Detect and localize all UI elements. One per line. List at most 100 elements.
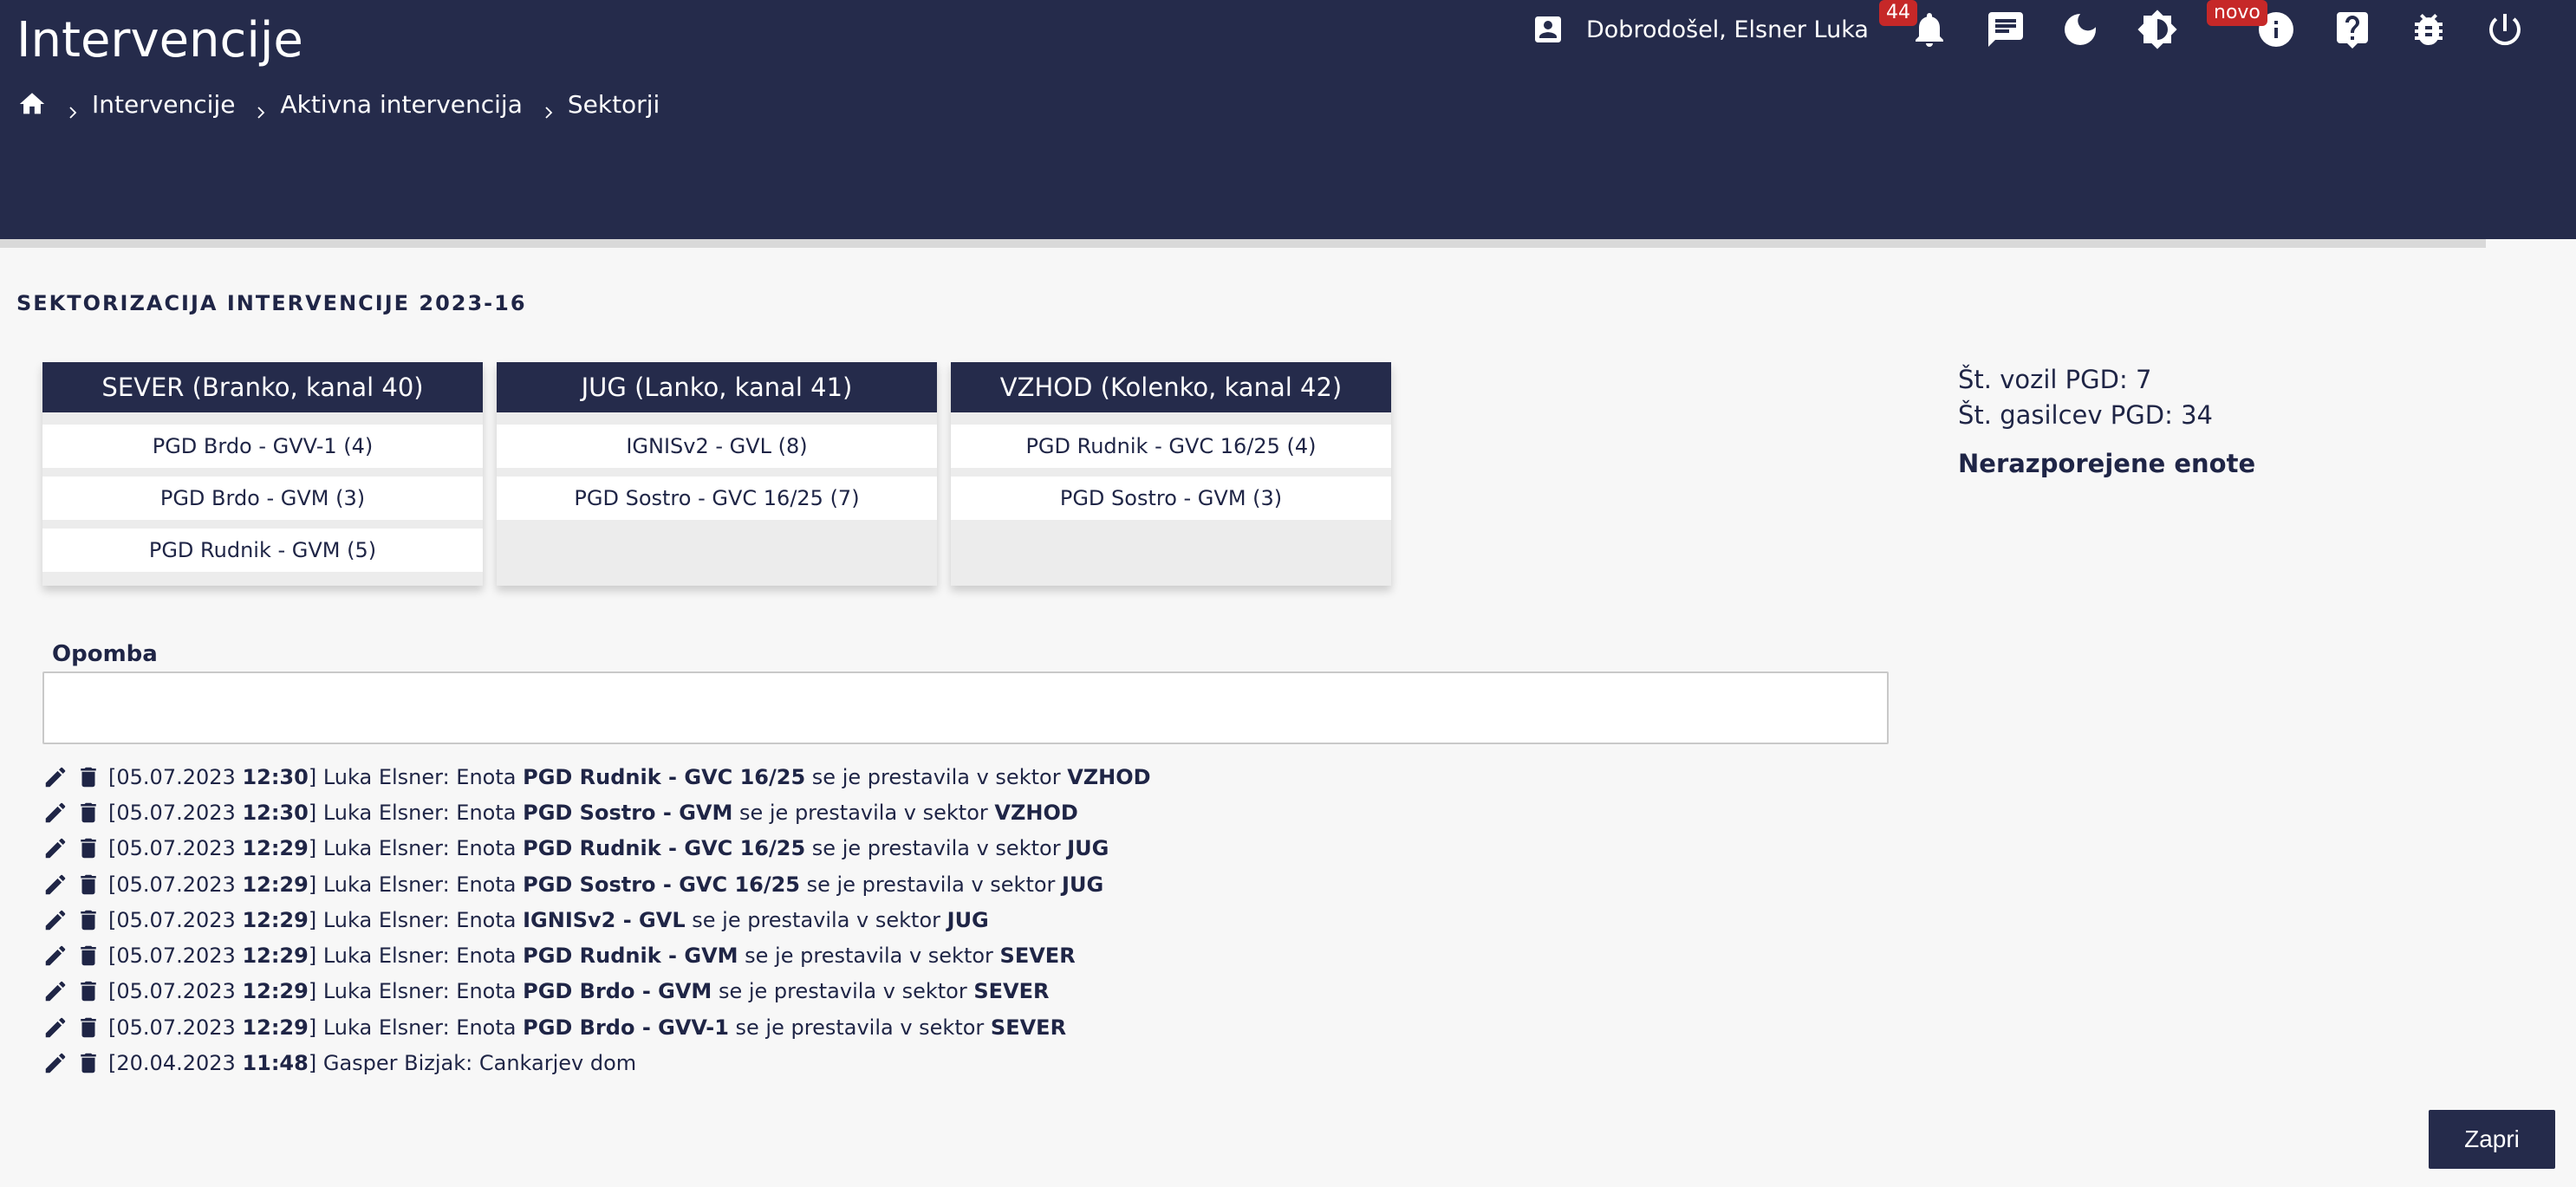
breadcrumb-item-aktivna-intervencija[interactable]: Aktivna intervencija	[280, 90, 522, 119]
chat-icon[interactable]	[1985, 9, 2026, 50]
unit-card[interactable]: PGD Rudnik - GVC 16/25 (4)	[951, 425, 1391, 468]
power-icon[interactable]	[2484, 9, 2526, 50]
edit-icon[interactable]	[42, 978, 68, 1004]
log-message-mid: se je prestavila v sektor	[685, 907, 947, 932]
log-message: Enota	[456, 836, 524, 861]
help-icon[interactable]	[2332, 9, 2373, 50]
edit-icon[interactable]	[42, 872, 68, 898]
chevron-right-icon	[542, 97, 556, 119]
log-date: 05.07.2023	[116, 907, 236, 932]
log-entry: [05.07.2023 12:30] Luka Elsner: Enota PG…	[42, 759, 1151, 795]
log-author: Luka Elsner	[322, 907, 443, 932]
log-message: Enota	[456, 979, 524, 1004]
log-entry: [05.07.2023 12:29] Luka Elsner: Enota PG…	[42, 866, 1151, 902]
unit-card[interactable]: IGNISv2 - GVL (8)	[497, 425, 937, 468]
log-time: 11:48	[242, 1051, 309, 1076]
notifications-badge: 44	[1879, 0, 1917, 26]
breadcrumb: Intervencije Aktivna intervencija Sektor…	[17, 85, 660, 123]
log-time: 12:29	[242, 907, 309, 932]
delete-icon[interactable]	[75, 978, 101, 1004]
log-sector: JUG	[946, 907, 989, 932]
log-message: Enota	[456, 872, 524, 897]
log-message: Enota	[456, 1015, 524, 1040]
edit-icon[interactable]	[42, 907, 68, 933]
unit-card[interactable]: PGD Brdo - GVM (3)	[42, 477, 483, 520]
log-time: 12:30	[242, 800, 309, 825]
log-message-mid: se je prestavila v sektor	[738, 944, 1000, 969]
delete-icon[interactable]	[75, 835, 101, 861]
delete-icon[interactable]	[75, 1050, 101, 1076]
unit-card[interactable]: PGD Sostro - GVC 16/25 (7)	[497, 477, 937, 520]
moon-icon[interactable]	[2061, 9, 2103, 50]
log-message: Enota	[456, 764, 524, 789]
log-unit: PGD Brdo - GVM	[523, 979, 712, 1004]
brightness-icon[interactable]	[2137, 9, 2178, 50]
log-message: Cankarjev dom	[478, 1051, 637, 1076]
log-sector: SEVER	[990, 1015, 1067, 1040]
log-message-mid: se je prestavila v sektor	[805, 764, 1068, 789]
log-sector: JUG	[1067, 836, 1109, 861]
log-text: [05.07.2023 12:29] Luka Elsner: Enota IG…	[108, 907, 989, 932]
page-title: Intervencije	[16, 12, 303, 68]
unit-card[interactable]: PGD Brdo - GVV-1 (4)	[42, 425, 483, 468]
log-unit: PGD Brdo - GVV-1	[523, 1015, 729, 1040]
log-text: [05.07.2023 12:29] Luka Elsner: Enota PG…	[108, 872, 1104, 897]
log-unit: PGD Rudnik - GVC 16/25	[523, 764, 806, 789]
log-entry: [05.07.2023 12:29] Luka Elsner: Enota PG…	[42, 831, 1151, 866]
delete-icon[interactable]	[75, 764, 101, 790]
log-author: Luka Elsner	[322, 800, 443, 825]
breadcrumb-item-intervencije[interactable]: Intervencije	[92, 90, 235, 119]
bug-icon[interactable]	[2408, 9, 2449, 50]
log-entry: [05.07.2023 12:29] Luka Elsner: Enota PG…	[42, 974, 1151, 1009]
note-label: Opomba	[52, 641, 158, 667]
stats-panel: Št. vozil PGD: 7 Št. gasilcev PGD: 34	[1958, 362, 2213, 433]
edit-icon[interactable]	[42, 800, 68, 826]
log-message: Enota	[456, 800, 524, 825]
edit-icon[interactable]	[42, 764, 68, 790]
log-date: 05.07.2023	[116, 979, 236, 1004]
home-icon[interactable]	[17, 89, 47, 119]
sector-card-sever: SEVER (Branko, kanal 40) PGD Brdo - GVV-…	[42, 362, 483, 586]
account-box-icon	[1531, 12, 1565, 47]
log-message: Enota	[456, 907, 524, 932]
log-text: [20.04.2023 11:48] Gasper Bizjak: Cankar…	[108, 1051, 637, 1076]
log-date: 05.07.2023	[116, 872, 236, 897]
delete-icon[interactable]	[75, 800, 101, 826]
log-date: 05.07.2023	[116, 944, 236, 969]
log-text: [05.07.2023 12:30] Luka Elsner: Enota PG…	[108, 764, 1151, 789]
log-date: 05.07.2023	[116, 1015, 236, 1040]
unit-card[interactable]: PGD Sostro - GVM (3)	[951, 477, 1391, 520]
sector-header: JUG (Lanko, kanal 41)	[497, 362, 937, 412]
log-author: Gasper Bizjak	[322, 1051, 466, 1076]
log-entry: [05.07.2023 12:29] Luka Elsner: Enota PG…	[42, 937, 1151, 973]
log-message-mid: se je prestavila v sektor	[732, 800, 995, 825]
user-info[interactable]: Dobrodošel, Elsner Luka	[1531, 10, 1869, 49]
log-date: 05.07.2023	[116, 764, 236, 789]
edit-icon[interactable]	[42, 835, 68, 861]
note-input[interactable]	[42, 671, 1889, 744]
log-text: [05.07.2023 12:29] Luka Elsner: Enota PG…	[108, 944, 1076, 969]
log-entry: [05.07.2023 12:29] Luka Elsner: Enota IG…	[42, 902, 1151, 937]
delete-icon[interactable]	[75, 907, 101, 933]
delete-icon[interactable]	[75, 872, 101, 898]
delete-icon[interactable]	[75, 1015, 101, 1041]
log-entry: [05.07.2023 12:30] Luka Elsner: Enota PG…	[42, 795, 1151, 830]
log-entry: [20.04.2023 11:48] Gasper Bizjak: Cankar…	[42, 1045, 1151, 1080]
unit-card[interactable]: PGD Rudnik - GVM (5)	[42, 529, 483, 572]
close-button[interactable]: Zapri	[2429, 1110, 2555, 1169]
log-text: [05.07.2023 12:29] Luka Elsner: Enota PG…	[108, 1015, 1067, 1040]
log-date: 05.07.2023	[116, 800, 236, 825]
log-time: 12:29	[242, 979, 309, 1004]
log-unit: PGD Sostro - GVM	[523, 800, 733, 825]
activity-log: [05.07.2023 12:30] Luka Elsner: Enota PG…	[42, 759, 1151, 1081]
log-author: Luka Elsner	[322, 764, 443, 789]
edit-icon[interactable]	[42, 1050, 68, 1076]
breadcrumb-item-sektorji: Sektorji	[567, 89, 660, 119]
log-text: [05.07.2023 12:29] Luka Elsner: Enota PG…	[108, 979, 1050, 1004]
edit-icon[interactable]	[42, 943, 68, 969]
chevron-right-icon	[254, 97, 268, 119]
delete-icon[interactable]	[75, 943, 101, 969]
edit-icon[interactable]	[42, 1015, 68, 1041]
sector-card-vzhod: VZHOD (Kolenko, kanal 42) PGD Rudnik - G…	[951, 362, 1391, 586]
unassigned-units-title: Nerazporejene enote	[1958, 449, 2256, 478]
